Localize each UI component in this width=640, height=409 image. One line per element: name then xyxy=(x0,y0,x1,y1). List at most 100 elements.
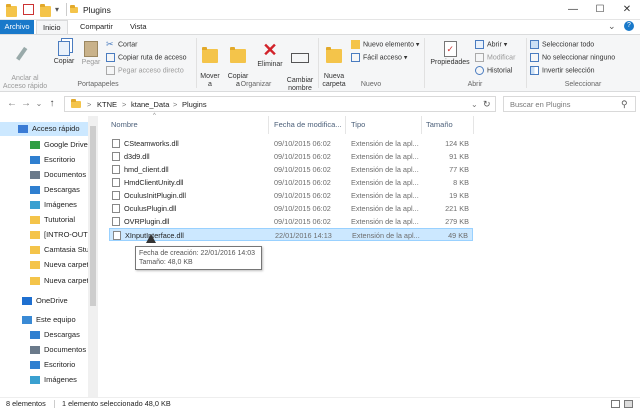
ribbon-tabs: Archivo Inicio Compartir Vista ⌄ ? xyxy=(0,20,640,34)
properties-qa-icon[interactable] xyxy=(23,4,34,15)
column-header-size[interactable]: Tamaño xyxy=(426,120,453,129)
file-row[interactable]: hmd_client.dll 09/10/2015 06:02 Extensión … xyxy=(109,163,473,176)
cut-button[interactable]: ✂ Cortar xyxy=(106,40,137,49)
breadcrumb-ktne[interactable]: KTNE xyxy=(97,100,117,109)
history-button[interactable]: Historial xyxy=(475,66,512,75)
column-divider[interactable] xyxy=(473,116,474,134)
file-row[interactable]: CSteamworks.dll 09/10/2015 06:02 Extensión… xyxy=(109,137,473,150)
properties-button[interactable]: ✓ Propiedades xyxy=(428,41,472,67)
copy-icon xyxy=(58,41,70,56)
scissors-icon: ✂ xyxy=(106,39,114,49)
qa-dropdown-icon[interactable]: ▾ xyxy=(55,5,66,16)
address-bar[interactable]: > KTNE > ktane_Data > Plugins ⌄ ↻ xyxy=(64,96,496,112)
file-row[interactable]: d3d9.dll 09/10/2015 06:02 Extensión de la … xyxy=(109,150,473,163)
paste-button[interactable]: Pegar xyxy=(79,41,103,67)
paste-shortcut-icon xyxy=(106,66,115,75)
column-header-modified[interactable]: Fecha de modifica... xyxy=(274,120,342,129)
column-divider[interactable] xyxy=(268,116,269,134)
open-button[interactable]: Abrir ▾ xyxy=(475,40,507,49)
file-name: d3d9.dll xyxy=(124,152,150,161)
tab-inicio[interactable]: Inicio xyxy=(36,20,68,34)
sidebar-item[interactable]: [INTRO-OUTRO] xyxy=(0,228,88,242)
paste-shortcut-button[interactable]: Pegar acceso directo xyxy=(106,66,184,75)
file-row[interactable]: XInputInterface.dll 22/01/2016 14:13 Exten… xyxy=(109,228,473,241)
forward-arrow-icon[interactable]: → xyxy=(20,98,32,109)
nav-scrollbar-thumb[interactable] xyxy=(90,126,96,306)
new-item-button[interactable]: Nuevo elemento ▾ xyxy=(351,40,419,49)
sidebar-item[interactable]: Descargas xyxy=(0,328,88,342)
sidebar-item[interactable]: Imágenes xyxy=(0,198,88,212)
column-header-name[interactable]: Nombre xyxy=(111,120,138,129)
sidebar-item[interactable]: Documentos xyxy=(0,168,88,182)
large-icons-view-icon[interactable] xyxy=(624,400,633,408)
sidebar-item[interactable]: Este equipo xyxy=(0,313,88,327)
sidebar-item[interactable]: Google Drive xyxy=(0,138,88,152)
sidebar-item[interactable]: Imágenes xyxy=(0,373,88,387)
file-type: Extensión de la apl... xyxy=(351,217,419,226)
sidebar-item[interactable]: Escritorio xyxy=(0,358,88,372)
file-size: 91 KB xyxy=(449,152,469,161)
minimize-button[interactable]: — xyxy=(560,0,586,20)
group-label-organizar: Organizar xyxy=(240,81,272,88)
invert-selection-button[interactable]: Invertir selección xyxy=(530,66,595,75)
help-icon[interactable]: ? xyxy=(624,21,634,31)
tooltip-size: Tamaño: 48,0 KB xyxy=(139,259,193,266)
address-dropdown-icon[interactable]: ⌄ xyxy=(471,100,478,109)
file-row[interactable]: OculusPlugin.dll 09/10/2015 06:02 Extensió… xyxy=(109,202,473,215)
history-icon xyxy=(475,66,484,75)
recent-locations-icon[interactable]: ⌄ xyxy=(33,99,45,108)
column-divider[interactable] xyxy=(421,116,422,134)
ribbon-expand-icon[interactable]: ⌄ xyxy=(608,21,616,32)
new-item-icon xyxy=(351,40,360,49)
file-name: OculusPlugin.dll xyxy=(124,204,177,213)
file-size: 279 KB xyxy=(445,217,469,226)
copy-path-button[interactable]: Copiar ruta de acceso xyxy=(106,53,186,62)
refresh-icon[interactable]: ↻ xyxy=(483,99,491,110)
nav-scrollbar[interactable] xyxy=(88,116,98,397)
file-row[interactable]: OculusInitPlugin.dll 09/10/2015 06:02 Exte… xyxy=(109,189,473,202)
sidebar-item[interactable]: Descargas xyxy=(0,183,88,197)
sidebar-item-label: OneDrive xyxy=(36,296,68,305)
sidebar-item[interactable]: Tututorial xyxy=(0,213,88,227)
edit-button[interactable]: Modificar xyxy=(475,53,515,62)
tab-archivo[interactable]: Archivo xyxy=(0,20,34,34)
sidebar-item[interactable]: OneDrive xyxy=(0,294,88,308)
sidebar-item[interactable]: Escritorio xyxy=(0,153,88,167)
maximize-button[interactable]: ☐ xyxy=(587,0,613,20)
breadcrumb-separator: > xyxy=(122,100,127,109)
column-divider[interactable] xyxy=(345,116,346,134)
new-folder-qa-icon[interactable] xyxy=(40,4,51,17)
column-header-type[interactable]: Tipo xyxy=(351,120,365,129)
back-arrow-icon[interactable]: ← xyxy=(6,98,18,109)
easy-access-button[interactable]: Fácil acceso ▾ xyxy=(351,53,407,62)
close-button[interactable]: ✕ xyxy=(614,0,640,20)
file-type: Extensión de la apl... xyxy=(351,165,419,174)
file-row[interactable]: OVRPlugin.dll 09/10/2015 06:02 Extensión d… xyxy=(109,215,473,228)
copy-path-label: Copiar ruta de acceso xyxy=(118,54,187,62)
sidebar-item[interactable]: Documentos xyxy=(0,343,88,357)
rename-icon xyxy=(291,53,309,63)
sidebar-item-label: Documentos xyxy=(44,345,87,354)
sidebar-item-label: Acceso rápido xyxy=(32,124,80,133)
sidebar-item[interactable]: Acceso rápido xyxy=(0,122,88,136)
select-none-button[interactable]: No seleccionar ninguno xyxy=(530,53,615,62)
file-name: hmd_client.dll xyxy=(124,165,169,174)
up-arrow-icon[interactable]: ↑ xyxy=(46,98,58,109)
details-view-icon[interactable] xyxy=(611,400,620,408)
file-row[interactable]: HmdClientUnity.dll 09/10/2015 06:02 Extens… xyxy=(109,176,473,189)
tab-compartir[interactable]: Compartir xyxy=(74,20,119,34)
sidebar-item[interactable]: Camtasia Studio xyxy=(0,243,88,257)
window-title: Plugins xyxy=(83,5,111,15)
select-all-button[interactable]: Seleccionar todo xyxy=(530,40,594,49)
sidebar-item[interactable]: Nueva carpeta xyxy=(0,258,88,272)
breadcrumb-plugins[interactable]: Plugins xyxy=(182,100,207,109)
delete-button[interactable]: ✕ Eliminar xyxy=(254,41,286,69)
folder-icon xyxy=(30,231,40,240)
search-input[interactable]: Buscar en Plugins ⚲ xyxy=(503,96,636,112)
tab-vista[interactable]: Vista xyxy=(124,20,153,34)
sidebar-item[interactable]: Nueva carpeta (2 xyxy=(0,274,88,288)
copy-button[interactable]: Copiar xyxy=(52,41,76,66)
breadcrumb-ktane-data[interactable]: ktane_Data xyxy=(131,100,169,109)
folder-icon xyxy=(30,277,40,286)
group-label-nuevo: Nuevo xyxy=(360,81,382,88)
